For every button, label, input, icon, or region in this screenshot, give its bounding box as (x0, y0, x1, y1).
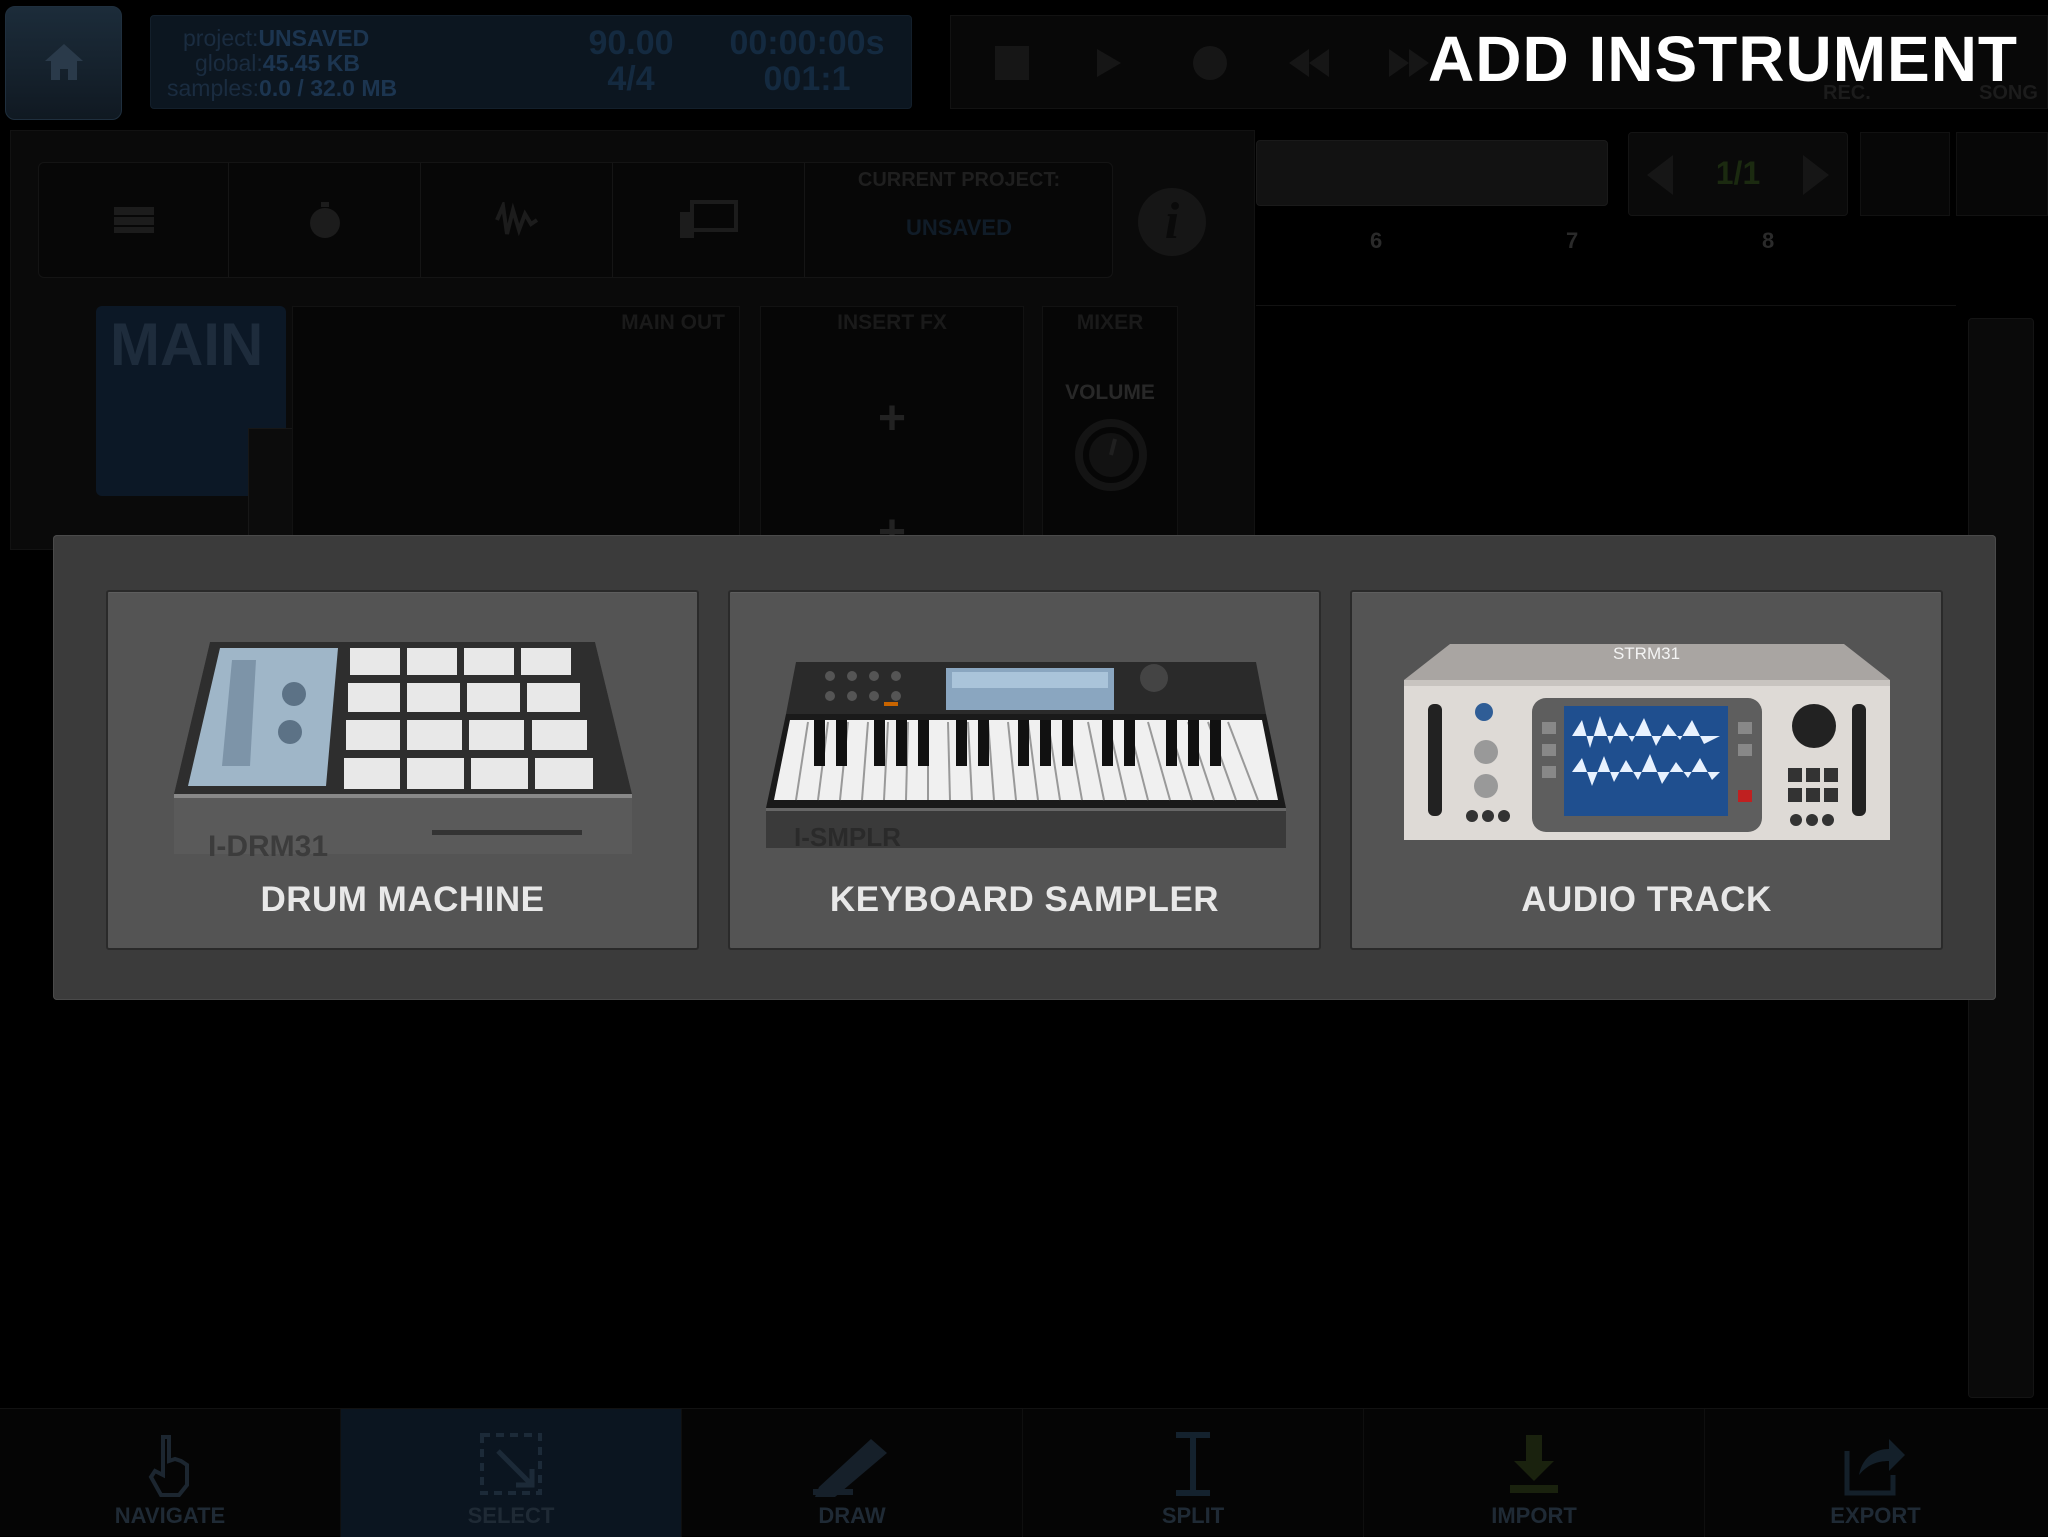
select-icon (480, 1433, 542, 1495)
stop-icon[interactable] (995, 46, 1029, 80)
tool-select-label: SELECT (467, 1503, 555, 1528)
signature-display[interactable]: 4/4 (571, 62, 691, 96)
global-info: global:45.45 KB (195, 50, 360, 76)
stopwatch-icon (309, 202, 340, 238)
samples-info: samples:0.0 / 32.0 MB (167, 75, 398, 101)
insert-fx-label: INSERT FX (837, 311, 947, 334)
main-out-column: MAIN OUT (292, 306, 740, 546)
panel-tabs: CURRENT PROJECT: UNSAVED (38, 162, 1113, 278)
bottom-toolbar: NAVIGATE SELECT DRAW SPLIT IMPORT EXPORT (0, 1408, 2048, 1537)
home-icon (45, 44, 83, 80)
audio-track-brand: STRM31 (1612, 644, 1681, 663)
tool-navigate[interactable]: NAVIGATE (0, 1409, 341, 1537)
zoom-button[interactable] (1860, 132, 1950, 216)
hand-icon (148, 1435, 189, 1497)
waveform-icon (494, 202, 538, 237)
keyboard-sampler-label: KEYBOARD SAMPLER (829, 880, 1220, 919)
volume-knob-icon[interactable] (1071, 415, 1151, 495)
tool-import[interactable]: IMPORT (1364, 1409, 1705, 1537)
mixer-column: MIXER VOLUME (1042, 306, 1178, 546)
tool-split[interactable]: SPLIT (1023, 1409, 1364, 1537)
ruler-marker: 7 (1566, 228, 1579, 253)
tool-draw-label: DRAW (818, 1503, 886, 1528)
keyboard-sampler-option[interactable]: I-SMPLR KEYBOARD SAMPLER (728, 590, 1321, 950)
play-icon[interactable] (1091, 46, 1125, 80)
pen-icon (813, 1439, 887, 1497)
next-page-icon[interactable] (1801, 153, 1831, 197)
timeline-header (1256, 140, 1608, 206)
zoom-button-2[interactable] (1956, 132, 2048, 216)
timeline-divider (1256, 305, 1956, 306)
ruler-marker: 8 (1762, 228, 1775, 253)
rewind-icon[interactable] (1287, 46, 1331, 80)
tab-rack[interactable] (39, 163, 229, 277)
home-button[interactable] (5, 6, 122, 120)
current-project[interactable]: CURRENT PROJECT: UNSAVED (805, 163, 1113, 277)
page-title: ADD INSTRUMENT (1428, 23, 2018, 95)
tool-draw[interactable]: DRAW (682, 1409, 1023, 1537)
tab-devices[interactable] (613, 163, 805, 277)
info-button[interactable]: i (1138, 188, 1206, 256)
tempo-display[interactable]: 90.00 (571, 26, 691, 60)
audio-track-icon (1404, 644, 1890, 840)
tab-timer[interactable] (229, 163, 421, 277)
tool-navigate-label: NAVIGATE (114, 1503, 226, 1528)
status-display: project:UNSAVED global:45.45 KB samples:… (150, 15, 912, 109)
import-icon (1510, 1435, 1558, 1493)
split-icon (1176, 1432, 1210, 1496)
project-info: project:UNSAVED (183, 25, 370, 51)
current-project-label: CURRENT PROJECT: (857, 169, 1061, 191)
devices-icon (679, 200, 738, 238)
tool-split-label: SPLIT (1161, 1503, 1225, 1528)
tool-export-label: EXPORT (1830, 1503, 1921, 1528)
tool-select[interactable]: SELECT (341, 1409, 682, 1537)
tab-waveform[interactable] (421, 163, 613, 277)
drum-machine-option[interactable]: I-DRM31 DRUM MACHINE (106, 590, 699, 950)
mixer-label: MIXER (1076, 311, 1144, 334)
volume-label: VOLUME (1065, 381, 1155, 404)
page-selector: 1/1 (1628, 132, 1848, 216)
tool-export[interactable]: EXPORT (1705, 1409, 2046, 1537)
main-out-label: MAIN OUT (621, 311, 725, 334)
drum-machine-brand: I-DRM31 (208, 830, 329, 863)
drum-machine-label: DRUM MACHINE (260, 880, 545, 919)
time-display: 00:00:00s (729, 24, 885, 62)
main-channel-label: MAIN (110, 311, 264, 378)
keyboard-sampler-brand: I-SMPLR (794, 822, 901, 852)
export-icon (1844, 1439, 1905, 1496)
audio-track-label: AUDIO TRACK (1521, 880, 1772, 919)
record-icon[interactable] (1193, 46, 1227, 80)
position-display: 001:1 (763, 60, 851, 98)
add-fx-button[interactable]: + (761, 391, 1023, 446)
audio-track-option[interactable]: STRM31 AUDIO TRACK (1350, 590, 1943, 950)
add-instrument-dialog: I-DRM31 DRUM MACHINE I-SMPLR KEYBOARD SA… (53, 535, 1996, 1000)
current-project-value: UNSAVED (906, 215, 1012, 240)
fast-forward-icon[interactable] (1387, 46, 1431, 80)
tool-import-label: IMPORT (1491, 1503, 1577, 1528)
ruler-marker: 6 (1370, 228, 1383, 253)
insert-fx-column: INSERT FX + + (760, 306, 1024, 559)
rack-icon (113, 207, 154, 233)
